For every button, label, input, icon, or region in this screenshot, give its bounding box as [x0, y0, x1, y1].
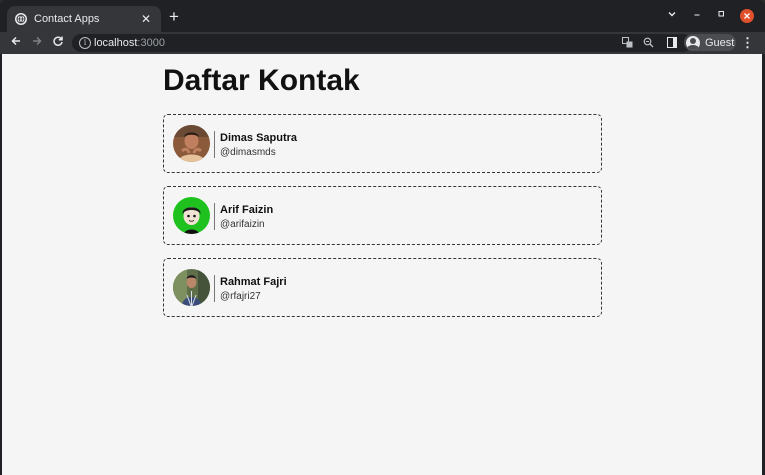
zoom-icon[interactable]: [642, 37, 654, 49]
browser-window: Contact Apps ✕ + i localhost:3000 Guest …: [0, 0, 765, 475]
contact-avatar: [173, 197, 210, 234]
contact-card[interactable]: Arif Faizin @arifaizin: [163, 186, 602, 245]
contact-name: Arif Faizin: [220, 204, 274, 216]
globe-icon: [15, 13, 27, 25]
info-icon[interactable]: i: [79, 37, 91, 49]
minimize-icon[interactable]: [689, 8, 705, 24]
close-tab-icon[interactable]: ✕: [139, 12, 153, 26]
url-host: localhost: [94, 37, 138, 49]
url-text: localhost:3000: [94, 36, 165, 50]
contact-handle: @dimasmds: [220, 147, 276, 158]
avatar-icon: [686, 35, 700, 50]
browser-toolbar: i localhost:3000: [0, 32, 765, 54]
profile-button[interactable]: Guest: [684, 34, 736, 51]
divider: [214, 131, 215, 158]
side-panel-icon[interactable]: [667, 37, 677, 48]
reload-icon[interactable]: [50, 35, 66, 51]
contact-card[interactable]: Rahmat Fajri @rfajri27: [163, 258, 602, 317]
divider: [214, 275, 215, 302]
contact-name: Rahmat Fajri: [220, 276, 287, 288]
contact-avatar: [173, 125, 210, 162]
translate-icon[interactable]: [621, 37, 633, 49]
contact-name: Dimas Saputra: [220, 132, 298, 144]
maximize-icon[interactable]: [713, 8, 729, 24]
page-title: Daftar Kontak: [163, 64, 360, 97]
chevron-down-icon[interactable]: [664, 8, 680, 24]
address-bar[interactable]: i localhost:3000: [72, 34, 692, 52]
kebab-menu-icon[interactable]: ⋮: [741, 35, 754, 51]
contact-handle: @rfajri27: [220, 291, 261, 302]
new-tab-button[interactable]: +: [166, 8, 182, 25]
url-port: :3000: [137, 37, 165, 49]
arrow-right-icon[interactable]: [29, 35, 45, 51]
page-viewport: Daftar Kontak Dimas Saputra @dimasmds Ar…: [2, 54, 762, 475]
tab-strip: Contact Apps ✕ +: [0, 0, 765, 32]
tab-title: Contact Apps: [34, 13, 100, 25]
contact-handle: @arifaizin: [220, 219, 265, 230]
contact-avatar: [173, 269, 210, 306]
arrow-left-icon[interactable]: [8, 35, 24, 51]
tab-contact-apps[interactable]: Contact Apps ✕: [7, 6, 161, 32]
profile-name: Guest: [705, 36, 735, 49]
divider: [214, 203, 215, 230]
contact-card[interactable]: Dimas Saputra @dimasmds: [163, 114, 602, 173]
window-close-icon[interactable]: [740, 9, 754, 23]
